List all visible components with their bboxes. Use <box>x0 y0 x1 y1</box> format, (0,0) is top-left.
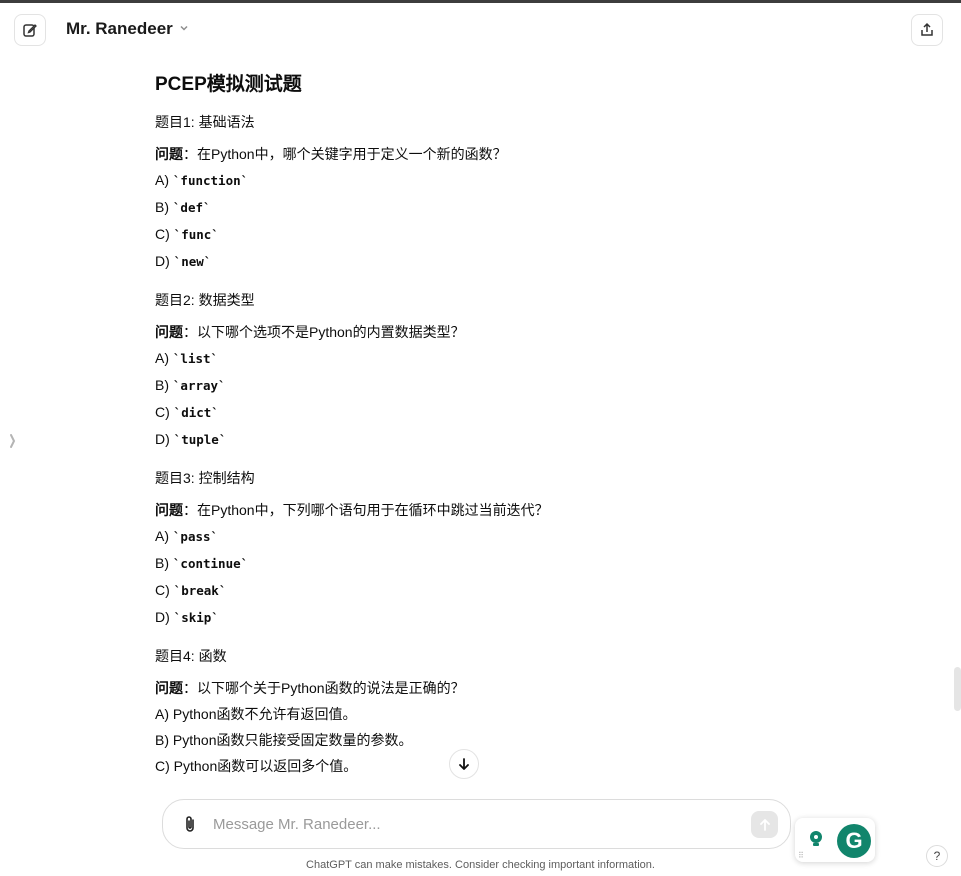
option-item: C) `break` <box>155 577 795 604</box>
option-prefix: B) <box>155 377 173 393</box>
question-body: ：在Python中，哪个关键字用于定义一个新的函数？ <box>183 146 507 162</box>
option-item: A) Python函数不允许有返回值。 <box>155 701 795 727</box>
question-text: 问题：在Python中，哪个关键字用于定义一个新的函数？ <box>155 141 795 167</box>
help-button[interactable]: ? <box>926 845 948 867</box>
option-code: `array` <box>172 378 226 393</box>
model-name-label: Mr. Ranedeer <box>66 19 173 38</box>
share-button[interactable] <box>911 14 943 46</box>
question-text: 问题：以下哪个关于Python函数的说法是正确的？ <box>155 675 795 701</box>
option-code: `def` <box>172 200 211 215</box>
send-button[interactable] <box>751 811 778 838</box>
grammarly-logo[interactable]: G <box>837 824 871 858</box>
question-heading: 题目1: 基础语法 <box>155 114 255 130</box>
option-code: `dict` <box>173 405 219 420</box>
top-bar: Mr. Ranedeer <box>0 3 961 59</box>
question-heading: 题目2: 数据类型 <box>155 292 255 308</box>
option-prefix: A) <box>155 528 173 544</box>
truncated-line <box>155 779 795 789</box>
option-code: `pass` <box>172 529 219 544</box>
option-code: `new` <box>173 254 212 269</box>
page-title: PCEP模拟测试题 <box>155 74 302 95</box>
lightbulb-icon[interactable] <box>805 828 827 850</box>
option-text: Python函数只能接受固定数量的参数。 <box>172 732 413 748</box>
option-prefix: B) <box>155 555 173 571</box>
question-text: 问题：在Python中，下列哪个语句用于在循环中跳过当前迭代？ <box>155 497 795 523</box>
question-body: ：在Python中，下列哪个语句用于在循环中跳过当前迭代？ <box>183 502 549 518</box>
option-prefix: B) <box>155 199 173 215</box>
option-item: B) Python函数只能接受固定数量的参数。 <box>155 727 795 753</box>
option-code: `continue` <box>172 556 249 571</box>
arrow-down-icon <box>459 758 469 770</box>
chevron-down-icon <box>179 22 189 36</box>
option-code: `function` <box>172 173 249 188</box>
arrow-up-icon <box>759 818 770 831</box>
option-code: `func` <box>173 227 219 242</box>
option-prefix: C) <box>155 582 174 598</box>
option-item: B) `array` <box>155 372 795 399</box>
message-composer <box>162 799 791 849</box>
option-item: B) `def` <box>155 194 795 221</box>
assistant-message: PCEP模拟测试题 题目1: 基础语法 问题：在Python中，哪个关键字用于定… <box>155 71 795 801</box>
grammarly-widget[interactable]: G ⠿ <box>795 818 875 862</box>
question-text: 问题：以下哪个选项不是Python的内置数据类型？ <box>155 319 795 345</box>
option-item: A) `function` <box>155 167 795 194</box>
option-item: B) `continue` <box>155 550 795 577</box>
share-icon <box>921 22 933 36</box>
question-label: 问题 <box>155 502 183 518</box>
question-body: ：以下哪个关于Python函数的说法是正确的？ <box>183 680 465 696</box>
question-label: 问题 <box>155 146 183 162</box>
drag-handle-icon[interactable]: ⠿ <box>798 852 804 860</box>
option-item: A) `list` <box>155 345 795 372</box>
option-item: D) `skip` <box>155 604 795 631</box>
option-prefix: A) <box>155 706 173 722</box>
question-heading: 题目4: 函数 <box>155 648 227 664</box>
question-block: 题目3: 控制结构 问题：在Python中，下列哪个语句用于在循环中跳过当前迭代… <box>155 465 795 631</box>
option-code: `skip` <box>173 610 219 625</box>
chat-window: Mr. Ranedeer PCEP模拟测试题 题目1: 基础语法 问题：在Pyt… <box>0 0 961 876</box>
option-prefix: D) <box>155 431 174 447</box>
scroll-down-button[interactable] <box>449 749 479 779</box>
option-prefix: C) <box>155 758 174 774</box>
question-label: 问题 <box>155 680 183 696</box>
option-text: Python函数不允许有返回值。 <box>172 706 357 722</box>
option-item: D) `tuple` <box>155 426 795 453</box>
message-input[interactable] <box>213 810 733 838</box>
option-item: D) `new` <box>155 248 795 275</box>
option-text: Python函数可以返回多个值。 <box>173 758 358 774</box>
option-item: A) `pass` <box>155 523 795 550</box>
option-prefix: D) <box>155 609 174 625</box>
option-code: `break` <box>173 583 227 598</box>
option-item: C) `dict` <box>155 399 795 426</box>
question-heading: 题目3: 控制结构 <box>155 470 255 486</box>
new-chat-button[interactable] <box>14 14 46 46</box>
question-label: 问题 <box>155 324 183 340</box>
question-block: 题目1: 基础语法 问题：在Python中，哪个关键字用于定义一个新的函数？ A… <box>155 109 795 275</box>
option-prefix: C) <box>155 226 174 242</box>
model-selector[interactable]: Mr. Ranedeer <box>66 19 189 39</box>
scrollbar-thumb[interactable] <box>954 667 961 711</box>
question-block: 题目2: 数据类型 问题：以下哪个选项不是Python的内置数据类型？ A) `… <box>155 287 795 453</box>
option-code: `tuple` <box>173 432 227 447</box>
option-item: C) `func` <box>155 221 795 248</box>
paperclip-icon <box>186 816 194 832</box>
option-prefix: B) <box>155 732 173 748</box>
edit-icon <box>23 24 37 37</box>
option-prefix: A) <box>155 172 173 188</box>
option-prefix: D) <box>155 253 174 269</box>
question-body: ：以下哪个选项不是Python的内置数据类型？ <box>183 324 465 340</box>
option-prefix: A) <box>155 350 173 366</box>
sidebar-toggle-icon[interactable] <box>8 431 20 451</box>
option-prefix: C) <box>155 404 174 420</box>
option-code: `list` <box>172 351 219 366</box>
attach-button[interactable] <box>179 813 201 835</box>
